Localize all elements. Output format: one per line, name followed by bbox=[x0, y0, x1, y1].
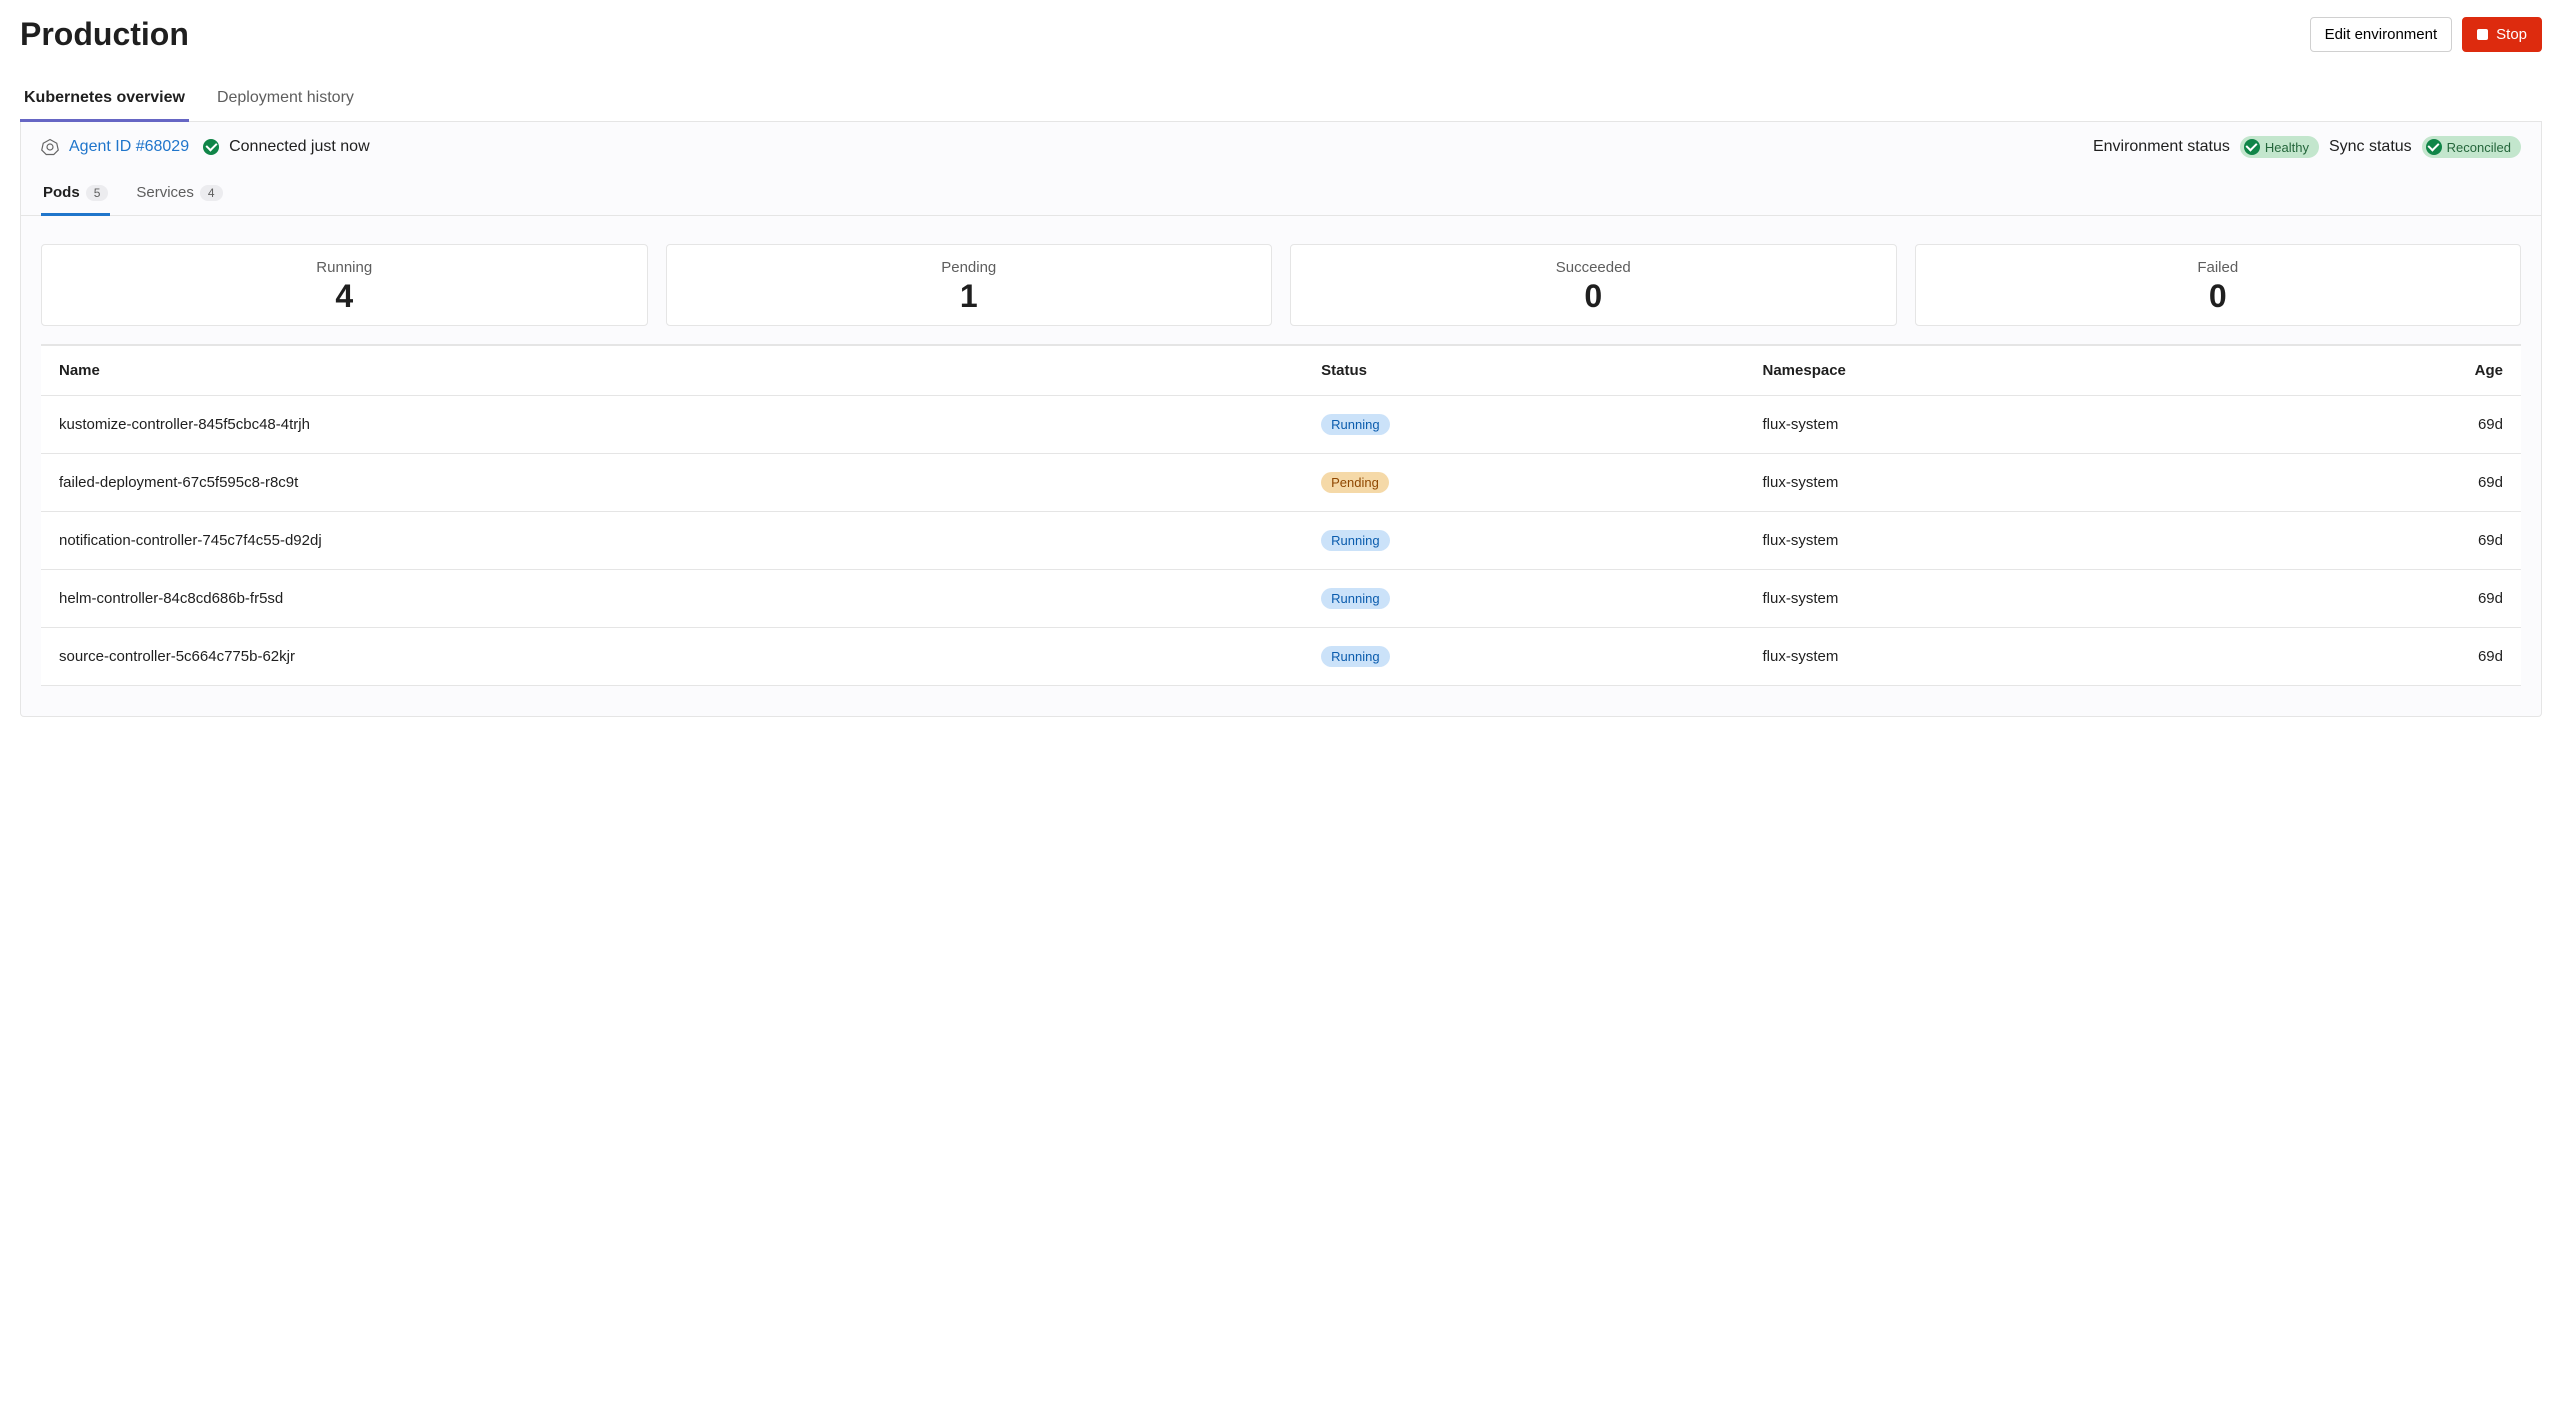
pods-table-wrap: Name Status Namespace Age kustomize-cont… bbox=[21, 344, 2541, 716]
table-row[interactable]: failed-deployment-67c5f595c8-r8c9t Pendin… bbox=[41, 454, 2521, 512]
main-tabs: Kubernetes overview Deployment history bbox=[20, 77, 2542, 122]
cell-namespace: flux-system bbox=[1745, 628, 2250, 686]
cell-namespace: flux-system bbox=[1745, 570, 2250, 628]
table-row[interactable]: helm-controller-84c8cd686b-fr5sd Running f… bbox=[41, 570, 2521, 628]
table-row[interactable]: notification-controller-745c7f4c55-d92dj… bbox=[41, 512, 2521, 570]
env-status-badge: Healthy bbox=[2240, 136, 2319, 158]
env-status-value: Healthy bbox=[2265, 140, 2309, 155]
count-badge: 5 bbox=[86, 185, 109, 201]
check-circle-icon bbox=[203, 139, 219, 155]
cell-status: Running bbox=[1303, 512, 1744, 570]
sub-tabs: Pods 5 Services 4 bbox=[21, 174, 2541, 216]
status-pill-running: Running bbox=[1321, 530, 1389, 551]
cell-namespace: flux-system bbox=[1745, 512, 2250, 570]
status-pill-running: Running bbox=[1321, 646, 1389, 667]
stop-button-label: Stop bbox=[2496, 26, 2527, 43]
agent-id-link[interactable]: Agent ID #68029 bbox=[69, 138, 189, 156]
table-row[interactable]: source-controller-5c664c775b-62kjr Runnin… bbox=[41, 628, 2521, 686]
cell-age: 69d bbox=[2249, 454, 2521, 512]
col-header-age[interactable]: Age bbox=[2249, 345, 2521, 396]
cell-name: notification-controller-745c7f4c55-d92dj bbox=[41, 512, 1303, 570]
sub-tab-label: Pods bbox=[43, 184, 80, 201]
edit-environment-button[interactable]: Edit environment bbox=[2310, 17, 2453, 52]
connected-text: Connected just now bbox=[229, 138, 370, 156]
stat-label: Succeeded bbox=[1301, 259, 1886, 276]
sub-tab-services[interactable]: Services 4 bbox=[134, 174, 224, 216]
status-pill-running: Running bbox=[1321, 588, 1389, 609]
stat-value: 4 bbox=[52, 278, 637, 315]
stat-value: 0 bbox=[1301, 278, 1886, 315]
stat-card-pending: Pending 1 bbox=[666, 244, 1273, 326]
stat-value: 1 bbox=[677, 278, 1262, 315]
check-circle-icon bbox=[2426, 139, 2442, 155]
table-row[interactable]: kustomize-controller-845f5cbc48-4trjh Run… bbox=[41, 396, 2521, 454]
cell-name: failed-deployment-67c5f595c8-r8c9t bbox=[41, 454, 1303, 512]
stat-card-failed: Failed 0 bbox=[1915, 244, 2522, 326]
agent-status-row: Agent ID #68029 Connected just now Envir… bbox=[21, 122, 2541, 168]
cell-age: 69d bbox=[2249, 396, 2521, 454]
stop-button[interactable]: Stop bbox=[2462, 17, 2542, 52]
cell-namespace: flux-system bbox=[1745, 454, 2250, 512]
main-tab-deployment-history[interactable]: Deployment history bbox=[213, 77, 358, 122]
count-badge: 4 bbox=[200, 185, 223, 201]
sub-tab-pods[interactable]: Pods 5 bbox=[41, 174, 110, 216]
stat-value: 0 bbox=[1926, 278, 2511, 315]
col-header-status[interactable]: Status bbox=[1303, 345, 1744, 396]
check-circle-icon bbox=[2244, 139, 2260, 155]
cell-namespace: flux-system bbox=[1745, 396, 2250, 454]
page-title: Production bbox=[20, 16, 189, 53]
cell-name: kustomize-controller-845f5cbc48-4trjh bbox=[41, 396, 1303, 454]
cell-name: helm-controller-84c8cd686b-fr5sd bbox=[41, 570, 1303, 628]
content-panel: Agent ID #68029 Connected just now Envir… bbox=[20, 122, 2542, 717]
stat-label: Failed bbox=[1926, 259, 2511, 276]
stats-row: Running 4 Pending 1 Succeeded 0 Failed 0 bbox=[21, 216, 2541, 344]
cell-age: 69d bbox=[2249, 512, 2521, 570]
stat-label: Pending bbox=[677, 259, 1262, 276]
col-header-name[interactable]: Name bbox=[41, 345, 1303, 396]
cell-status: Pending bbox=[1303, 454, 1744, 512]
sync-status-label: Sync status bbox=[2329, 138, 2412, 156]
stat-card-running: Running 4 bbox=[41, 244, 648, 326]
sync-status-badge: Reconciled bbox=[2422, 136, 2521, 158]
cell-age: 69d bbox=[2249, 628, 2521, 686]
kubernetes-icon bbox=[41, 138, 59, 156]
cell-status: Running bbox=[1303, 570, 1744, 628]
pods-table: Name Status Namespace Age kustomize-cont… bbox=[41, 344, 2521, 686]
sub-tab-label: Services bbox=[136, 184, 194, 201]
status-pill-pending: Pending bbox=[1321, 472, 1389, 493]
cell-age: 69d bbox=[2249, 570, 2521, 628]
cell-name: source-controller-5c664c775b-62kjr bbox=[41, 628, 1303, 686]
stat-card-succeeded: Succeeded 0 bbox=[1290, 244, 1897, 326]
header-actions: Edit environment Stop bbox=[2310, 17, 2542, 52]
col-header-namespace[interactable]: Namespace bbox=[1745, 345, 2250, 396]
sync-status-value: Reconciled bbox=[2447, 140, 2511, 155]
env-status-label: Environment status bbox=[2093, 138, 2230, 156]
cell-status: Running bbox=[1303, 396, 1744, 454]
stat-label: Running bbox=[52, 259, 637, 276]
main-tab-kubernetes-overview[interactable]: Kubernetes overview bbox=[20, 77, 189, 122]
stop-icon bbox=[2477, 29, 2488, 40]
cell-status: Running bbox=[1303, 628, 1744, 686]
status-pill-running: Running bbox=[1321, 414, 1389, 435]
